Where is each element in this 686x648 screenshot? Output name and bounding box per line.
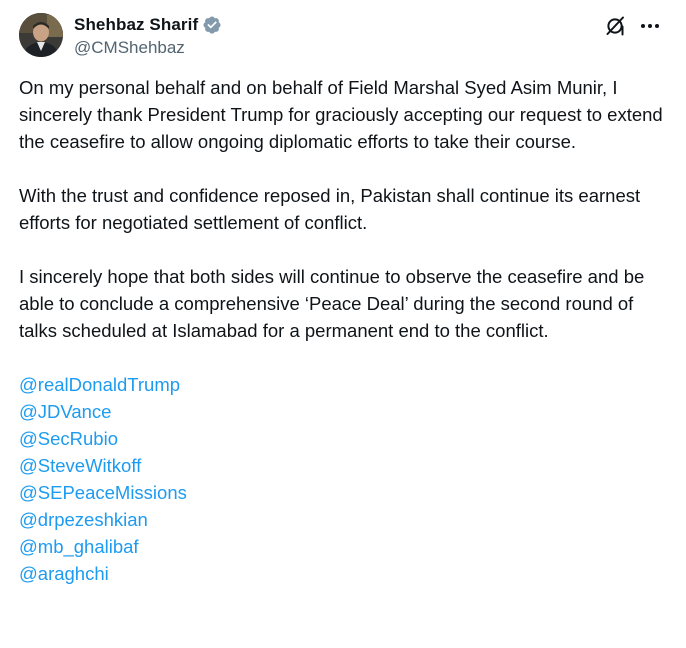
mention-link[interactable]: @mb_ghalibaf xyxy=(19,533,669,560)
tweet-paragraph: On my personal behalf and on behalf of F… xyxy=(19,77,663,152)
grok-icon[interactable] xyxy=(603,14,627,38)
tweet-text: On my personal behalf and on behalf of F… xyxy=(19,74,669,587)
mention-link[interactable]: @SEPeaceMissions xyxy=(19,479,669,506)
mention-link[interactable]: @araghchi xyxy=(19,560,669,587)
mention-link[interactable]: @SteveWitkoff xyxy=(19,452,669,479)
avatar[interactable] xyxy=(19,13,63,57)
author-name-row: Shehbaz Sharif xyxy=(74,13,222,37)
tweet-paragraph: With the trust and confidence reposed in… xyxy=(19,185,641,233)
author-handle[interactable]: @CMShehbaz xyxy=(74,38,185,58)
verified-badge-icon xyxy=(202,15,222,35)
tweet-paragraph: I sincerely hope that both sides will co… xyxy=(19,266,645,341)
avatar-image xyxy=(19,13,63,57)
more-options-icon[interactable] xyxy=(638,14,662,38)
mention-link[interactable]: @SecRubio xyxy=(19,425,669,452)
mention-link[interactable]: @drpezeshkian xyxy=(19,506,669,533)
mention-link[interactable]: @JDVance xyxy=(19,398,669,425)
mention-link[interactable]: @realDonaldTrump xyxy=(19,371,669,398)
author-display-name[interactable]: Shehbaz Sharif xyxy=(74,15,198,35)
